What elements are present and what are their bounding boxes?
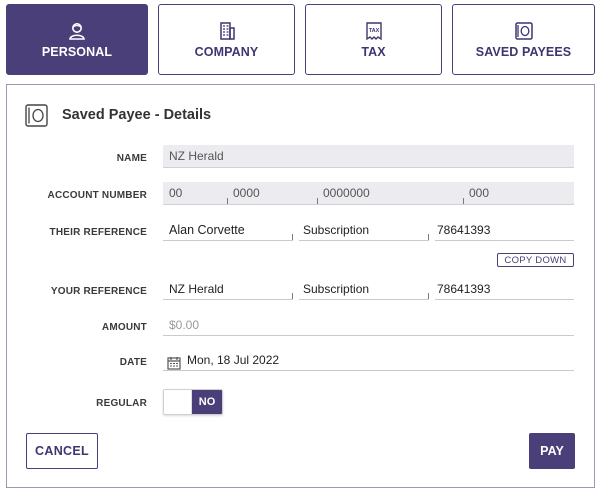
their-reference-value: 78641393 — [437, 223, 491, 237]
date-input[interactable]: Mon, 18 Jul 2022 — [163, 349, 574, 371]
tab-personal-label: PERSONAL — [41, 44, 113, 59]
name-value: NZ Herald — [169, 149, 224, 163]
amount-placeholder: $0.00 — [169, 318, 200, 332]
their-particulars-value: Alan Corvette — [169, 223, 245, 237]
their-particulars-input[interactable]: Alan Corvette — [163, 219, 293, 241]
regular-label: REGULAR — [96, 398, 147, 409]
tab-personal[interactable]: PERSONAL — [6, 4, 148, 75]
svg-text:TAX: TAX — [368, 28, 379, 34]
tab-saved-payees-label: SAVED PAYEES — [475, 44, 572, 59]
tax-icon: TAX — [365, 21, 382, 40]
your-reference-label: YOUR REFERENCE — [50, 286, 147, 297]
account-branch-code: 0000 — [233, 186, 260, 200]
their-reference-label: THEIR REFERENCE — [49, 227, 147, 238]
date-value: Mon, 18 Jul 2022 — [187, 353, 280, 367]
tab-company-label: COMPANY — [194, 44, 259, 59]
name-label: NAME — [116, 153, 147, 164]
tab-saved-payees[interactable]: SAVED PAYEES — [452, 4, 595, 75]
your-particulars-input[interactable]: NZ Herald — [163, 278, 293, 300]
payment-page: PERSONAL COMPANY TAX TAX SAVED PAYEES Sa… — [0, 0, 600, 494]
amount-label: AMOUNT — [101, 322, 147, 333]
your-reference-value: 78641393 — [437, 282, 491, 296]
account-number-field: 00 0000 0000000 000 — [163, 182, 574, 205]
tab-tax-label: TAX — [361, 44, 386, 59]
regular-toggle[interactable]: NO — [163, 389, 223, 415]
toggle-state: NO — [192, 390, 222, 414]
copy-down-button[interactable]: COPY DOWN — [497, 253, 574, 267]
payee-details-panel: Saved Payee - Details NAME NZ Herald ACC… — [6, 84, 595, 488]
account-number-label: ACCOUNT NUMBER — [47, 190, 147, 201]
account-suffix: 000 — [469, 186, 490, 200]
calendar-icon[interactable] — [167, 356, 181, 370]
amount-input[interactable]: $0.00 — [163, 314, 574, 336]
your-reference-input[interactable]: 78641393 — [435, 278, 574, 300]
payee-card-icon — [25, 104, 48, 127]
account-bank-code: 00 — [169, 186, 183, 200]
your-code-value: Subscription — [303, 282, 370, 296]
saved-payee-icon — [514, 21, 533, 40]
their-code-value: Subscription — [303, 223, 370, 237]
tab-tax[interactable]: TAX TAX — [305, 4, 442, 75]
name-field: NZ Herald — [163, 145, 574, 168]
panel-title: Saved Payee - Details — [62, 107, 212, 123]
your-particulars-value: NZ Herald — [169, 282, 224, 296]
account-number-value: 0000000 — [323, 186, 370, 200]
date-label: DATE — [119, 357, 147, 368]
toggle-knob — [164, 390, 192, 414]
tab-company[interactable]: COMPANY — [158, 4, 295, 75]
their-reference-input[interactable]: 78641393 — [435, 219, 574, 241]
building-icon — [219, 21, 235, 40]
person-icon — [69, 22, 85, 40]
cancel-button[interactable]: CANCEL — [26, 433, 98, 469]
their-code-input[interactable]: Subscription — [299, 219, 429, 241]
your-code-input[interactable]: Subscription — [299, 278, 429, 300]
pay-button[interactable]: PAY — [529, 433, 575, 469]
